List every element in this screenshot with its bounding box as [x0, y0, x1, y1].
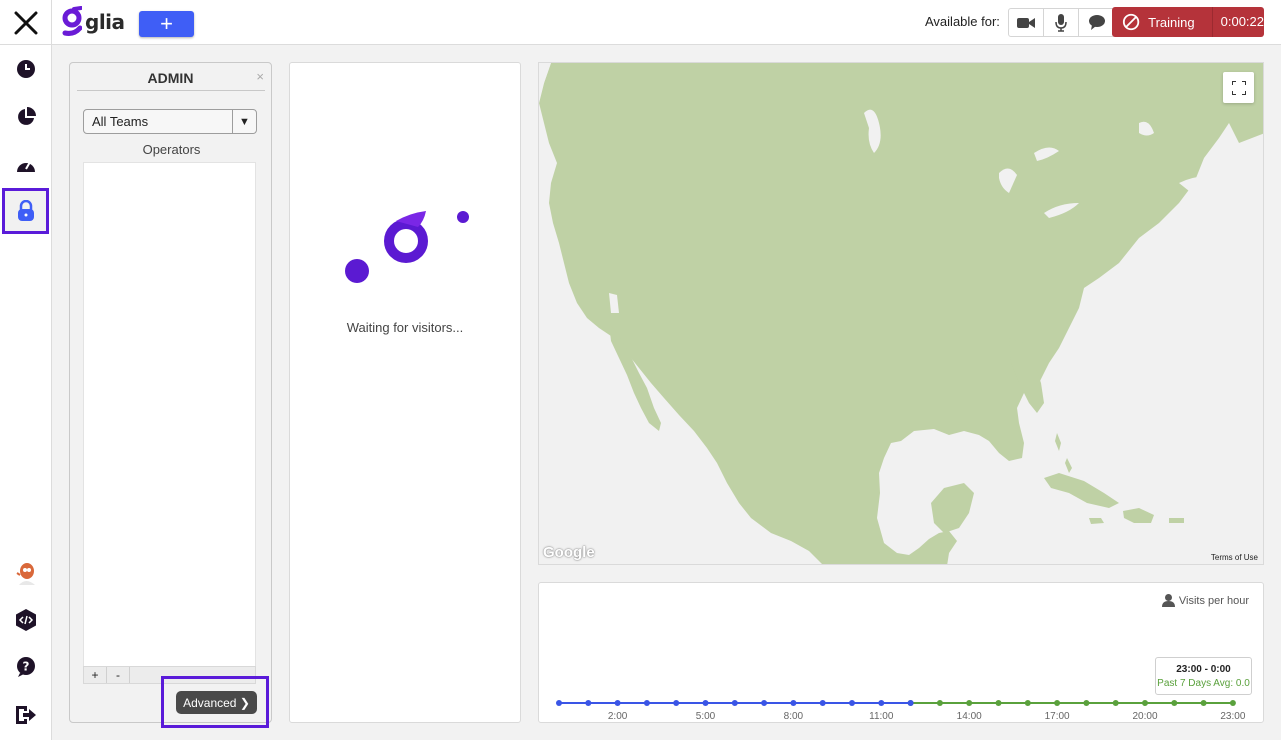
- add-operator-button[interactable]: +: [84, 667, 107, 683]
- legend-label: Visits per hour: [1178, 594, 1249, 607]
- logout-icon: [16, 706, 36, 724]
- x-tick-label: 17:00: [1045, 711, 1070, 722]
- close-button[interactable]: [0, 0, 52, 45]
- clock-icon: [17, 60, 35, 78]
- tooltip-value: Past 7 Days Avg: 0.0: [1157, 678, 1250, 689]
- today-series-point[interactable]: [849, 700, 855, 706]
- visits-chart-svg: 2:00 5:00 8:00 11:00 14:00 17:00 20:00 23:00: [556, 700, 1246, 722]
- ban-icon: [1122, 13, 1140, 31]
- avg-series-point[interactable]: [936, 700, 943, 706]
- admin-panel: ADMIN × All Teams ▼ Operators + -: [69, 62, 272, 723]
- avg-series-point[interactable]: [1171, 700, 1178, 706]
- sidebar-item-reports[interactable]: [0, 95, 52, 139]
- help-icon: ?: [17, 657, 35, 677]
- today-series-point[interactable]: [673, 700, 680, 706]
- media-availability-group: [1008, 8, 1115, 37]
- today-series-point[interactable]: [585, 700, 592, 706]
- team-select-value: All Teams: [92, 114, 149, 129]
- avg-series-point[interactable]: [966, 700, 973, 706]
- waiting-for-visitors-text: Waiting for visitors...: [346, 320, 464, 335]
- sidebar-item-help[interactable]: ?: [0, 645, 52, 689]
- avg-series-point[interactable]: [1112, 700, 1119, 706]
- remove-operator-button[interactable]: -: [107, 667, 130, 683]
- terms-of-use-link[interactable]: Terms of Use: [1211, 553, 1258, 562]
- x-tick-label: 20:00: [1132, 711, 1157, 722]
- x-tick-label: 11:00: [869, 711, 894, 722]
- x-tick-label: 8:00: [784, 711, 804, 722]
- today-series-point[interactable]: [878, 700, 885, 706]
- avg-series-point[interactable]: [1142, 700, 1148, 706]
- glia-logo-icon: [62, 6, 82, 36]
- chart-tooltip: 23:00 - 0:00 Past 7 Days Avg: 0.0: [1155, 657, 1252, 695]
- today-series-point[interactable]: [790, 700, 797, 706]
- avg-series-point[interactable]: [1200, 700, 1207, 706]
- today-series-point[interactable]: [614, 700, 621, 706]
- google-logo: Google: [543, 544, 595, 561]
- sidebar-item-history[interactable]: [0, 47, 52, 91]
- team-select[interactable]: All Teams ▼: [83, 109, 257, 134]
- svg-text:?: ?: [23, 660, 30, 674]
- x-tick-label: 2:00: [608, 711, 628, 722]
- avg-series-point[interactable]: [1229, 700, 1236, 706]
- avg-series-point[interactable]: [1024, 700, 1031, 706]
- sidebar-item-dashboard[interactable]: [0, 143, 52, 187]
- visitors-panel: Waiting for visitors...: [289, 62, 521, 723]
- x-tick-label: 5:00: [696, 711, 716, 722]
- caret-down-icon: ▼: [232, 110, 256, 133]
- admin-title: ADMIN: [147, 70, 194, 86]
- sidebar: ?: [0, 45, 52, 740]
- user-avatar: [16, 563, 35, 585]
- sidebar-item-profile[interactable]: [0, 552, 52, 596]
- today-series-point[interactable]: [731, 700, 738, 706]
- status-label: Training: [1148, 14, 1195, 30]
- sidebar-item-logout[interactable]: [0, 693, 52, 737]
- today-series-point[interactable]: [643, 700, 650, 706]
- fullscreen-icon: [1231, 80, 1246, 95]
- video-toggle[interactable]: [1009, 9, 1044, 36]
- pie-chart-icon: [18, 107, 36, 125]
- tooltip-title: 23:00 - 0:00: [1176, 664, 1231, 675]
- today-series-point[interactable]: [702, 700, 709, 706]
- available-for-label: Available for:: [925, 14, 1000, 29]
- audio-toggle[interactable]: [1044, 9, 1079, 36]
- glia-loading-icon: [345, 211, 469, 283]
- avg-series-point[interactable]: [995, 700, 1002, 706]
- person-icon: [1161, 594, 1175, 607]
- gauge-icon: [17, 161, 35, 172]
- glia-logo: glia: [62, 6, 125, 38]
- logo-text: glia: [85, 10, 125, 34]
- today-series-point[interactable]: [819, 700, 826, 706]
- visitor-map[interactable]: Google Terms of Use: [538, 62, 1264, 565]
- add-button[interactable]: +: [139, 11, 194, 37]
- today-series-point[interactable]: [556, 700, 562, 706]
- chat-bubble-icon: [1088, 15, 1105, 30]
- today-series-point[interactable]: [761, 700, 768, 706]
- status-timer: 0:00:22: [1211, 7, 1264, 37]
- microphone-icon: [1055, 13, 1067, 32]
- advanced-button[interactable]: Advanced ❯: [176, 691, 257, 714]
- visits-chart: 2:00 5:00 8:00 11:00 14:00 17:00 20:00 23:00 Vi…: [538, 582, 1264, 723]
- close-icon: [14, 11, 37, 34]
- code-icon: [16, 609, 36, 631]
- map-land: [539, 63, 1263, 564]
- chat-toggle[interactable]: [1079, 9, 1114, 36]
- avg-series-point[interactable]: [1054, 700, 1061, 706]
- lock-icon: [17, 200, 34, 221]
- operators-list[interactable]: [83, 162, 256, 667]
- sidebar-item-admin[interactable]: [2, 188, 49, 234]
- video-camera-icon: [1017, 17, 1035, 28]
- top-bar: glia + Available for: Training 0:00:22: [0, 0, 1281, 45]
- divider: [77, 90, 265, 91]
- avg-series-point[interactable]: [1083, 700, 1090, 706]
- x-tick-label: 23:00: [1220, 711, 1245, 722]
- operators-label: Operators: [142, 142, 201, 157]
- admin-close-button[interactable]: ×: [256, 69, 264, 84]
- sidebar-item-developer[interactable]: [0, 598, 52, 642]
- status-button[interactable]: Training 0:00:22: [1112, 7, 1264, 37]
- fullscreen-button[interactable]: [1223, 72, 1254, 103]
- today-series-point[interactable]: [907, 700, 914, 706]
- x-tick-label: 14:00: [957, 711, 982, 722]
- chart-legend: Visits per hour: [1161, 594, 1249, 607]
